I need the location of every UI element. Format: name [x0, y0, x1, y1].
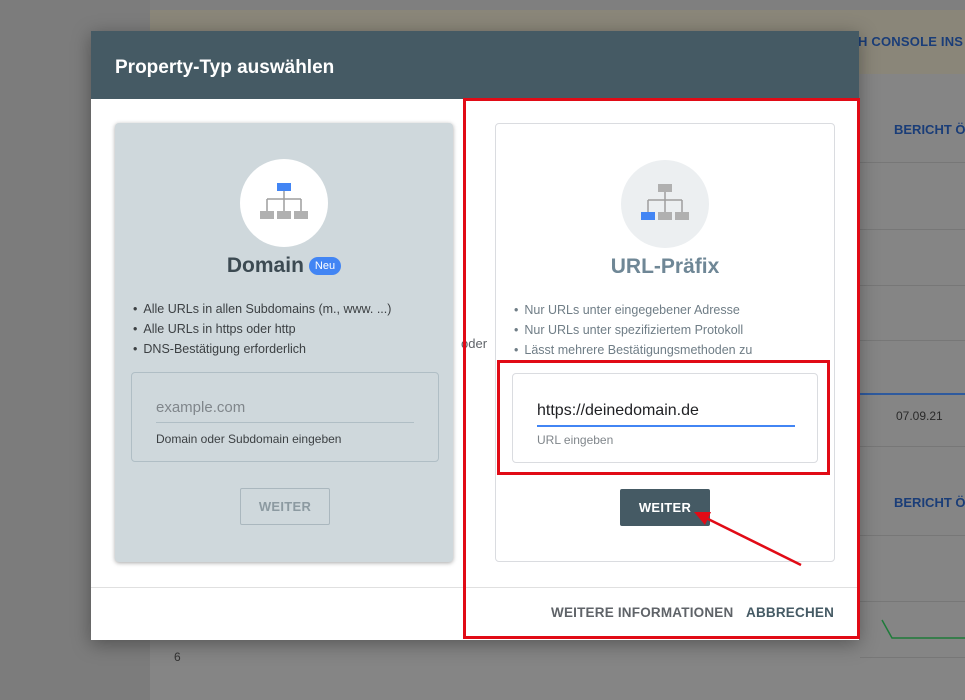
- annotation-arrow-icon: [694, 512, 802, 567]
